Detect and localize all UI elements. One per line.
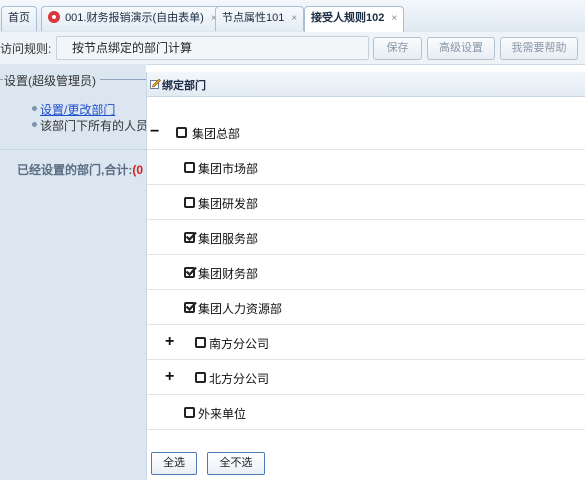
- tab-label: 首页: [8, 12, 30, 24]
- checkbox[interactable]: [184, 162, 195, 173]
- tree-node-label: 南方分公司: [209, 337, 270, 351]
- tree-node[interactable]: 集团服务部: [147, 220, 585, 255]
- tab-bar: 首页 001.财务报销演示(自由表单) × 节点属性101 × 接受人规则102…: [0, 0, 585, 33]
- save-button[interactable]: 保存: [373, 37, 422, 60]
- bullet-icon: [32, 122, 37, 127]
- expand-icon[interactable]: +: [165, 369, 174, 385]
- select-all-button[interactable]: 全选: [151, 452, 197, 475]
- gear-icon: [48, 11, 60, 23]
- tree-node[interactable]: 外来单位: [147, 395, 585, 430]
- close-icon[interactable]: ×: [291, 13, 297, 24]
- checkbox-checked[interactable]: [184, 266, 197, 278]
- bind-department-dialog: 绑定部门 − 集团总部集团市场部集团研发部集团服务部集团财务部集团人力资源部 + 南方…: [146, 72, 585, 480]
- tree-node-label: 集团总部: [192, 127, 241, 141]
- tree-node[interactable]: 集团市场部: [147, 150, 585, 185]
- check-icon: [185, 301, 197, 312]
- checkbox-checked[interactable]: [184, 301, 197, 313]
- tree-node[interactable]: 集团财务部: [147, 255, 585, 290]
- tree-node[interactable]: + 南方分公司: [147, 325, 585, 360]
- tree-node-label: 外来单位: [198, 407, 247, 421]
- tree-node-label: 集团服务部: [198, 232, 259, 246]
- tree-node[interactable]: + 北方分公司: [147, 360, 585, 395]
- tab-home[interactable]: 首页: [1, 6, 37, 31]
- select-none-button[interactable]: 全不选: [207, 452, 265, 475]
- tree-node[interactable]: 集团人力资源部: [147, 290, 585, 325]
- collapse-icon[interactable]: −: [150, 124, 159, 140]
- dialog-header: 绑定部门: [147, 72, 585, 97]
- check-icon: [185, 266, 197, 277]
- fieldset-divider: [0, 79, 3, 80]
- check-icon: [185, 231, 197, 242]
- tab-label: 节点属性101: [222, 12, 285, 24]
- checkbox[interactable]: [184, 197, 195, 208]
- rule-field[interactable]: 按节点绑定的部门计算: [56, 36, 369, 60]
- divider: [0, 149, 146, 150]
- toolbar: 访问规则: 按节点绑定的部门计算 保存 高级设置 我需要帮助: [0, 32, 585, 65]
- tab-label: 接受人规则102: [311, 12, 385, 24]
- checkbox[interactable]: [195, 337, 206, 348]
- tree-node[interactable]: − 集团总部: [147, 115, 585, 150]
- fieldset-title: 设置(超级管理员): [4, 74, 96, 88]
- summary-label: 已经设置的部门,合计:: [17, 163, 133, 177]
- checkbox[interactable]: [184, 407, 195, 418]
- dialog-title: 绑定部门: [162, 80, 206, 92]
- tree-node[interactable]: 集团研发部: [147, 185, 585, 220]
- expand-icon[interactable]: +: [165, 334, 174, 350]
- department-summary: 已经设置的部门,合计:(0: [17, 161, 146, 178]
- tab-label: 001.财务报销演示(自由表单): [65, 12, 204, 24]
- tree-node-label: 北方分公司: [209, 372, 270, 386]
- summary-count: (0: [132, 163, 144, 177]
- checkbox[interactable]: [176, 127, 187, 138]
- tab-node-properties[interactable]: 节点属性101 ×: [215, 6, 305, 31]
- checkbox[interactable]: [195, 372, 206, 383]
- change-department-link[interactable]: 设置/更改部门: [40, 101, 115, 118]
- tree-node-label: 集团财务部: [198, 267, 259, 281]
- tab-finance-demo[interactable]: 001.财务报销演示(自由表单) ×: [41, 6, 224, 31]
- tab-receiver-rules[interactable]: 接受人规则102 ×: [304, 6, 405, 33]
- tree-node-label: 集团人力资源部: [198, 302, 283, 316]
- tree-node-label: 集团市场部: [198, 162, 259, 176]
- help-button[interactable]: 我需要帮助: [500, 37, 578, 60]
- bullet-icon: [32, 106, 37, 111]
- close-icon[interactable]: ×: [391, 13, 397, 24]
- edit-icon: [150, 78, 161, 89]
- tree-node-label: 集团研发部: [198, 197, 259, 211]
- left-panel: 设置(超级管理员) 设置/更改部门 该部门下所有的人员 已经设置的部门,合计:(…: [0, 64, 146, 480]
- department-note: 该部门下所有的人员: [40, 119, 146, 133]
- fieldset-divider: [100, 79, 146, 80]
- advanced-settings-button[interactable]: 高级设置: [427, 37, 495, 60]
- rule-label: 访问规则:: [0, 42, 52, 56]
- checkbox-checked[interactable]: [184, 231, 197, 243]
